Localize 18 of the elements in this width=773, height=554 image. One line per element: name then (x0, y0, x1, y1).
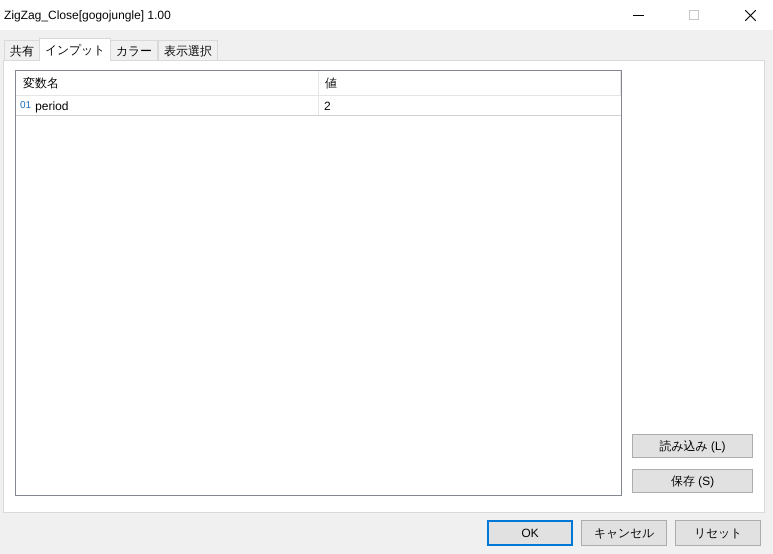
type-label: 01 (20, 99, 32, 113)
column-header[interactable]: 変数名 (16, 71, 319, 95)
column-header[interactable]: 値 (319, 71, 621, 95)
dialog-button[interactable]: OK (487, 520, 573, 546)
tab[interactable]: カラー (110, 40, 158, 60)
dialog-button[interactable]: リセット (675, 520, 761, 546)
maximize-icon (689, 10, 699, 20)
side-button[interactable]: 読み込み (L) (632, 434, 753, 458)
tab[interactable]: 共有 (4, 40, 40, 60)
dialog-button[interactable]: キャンセル (581, 520, 667, 546)
tab[interactable]: 表示選択 (158, 40, 218, 60)
close-icon (744, 10, 756, 20)
table-cell-text: 2 (324, 98, 331, 114)
tab[interactable]: インプット (39, 38, 111, 61)
table-cell-text: period (35, 98, 68, 114)
side-button[interactable]: 保存 (S) (632, 469, 753, 493)
minimize-icon (632, 14, 644, 16)
window-title: ZigZag_Close[gogojungle] 1.00 (3, 7, 172, 24)
